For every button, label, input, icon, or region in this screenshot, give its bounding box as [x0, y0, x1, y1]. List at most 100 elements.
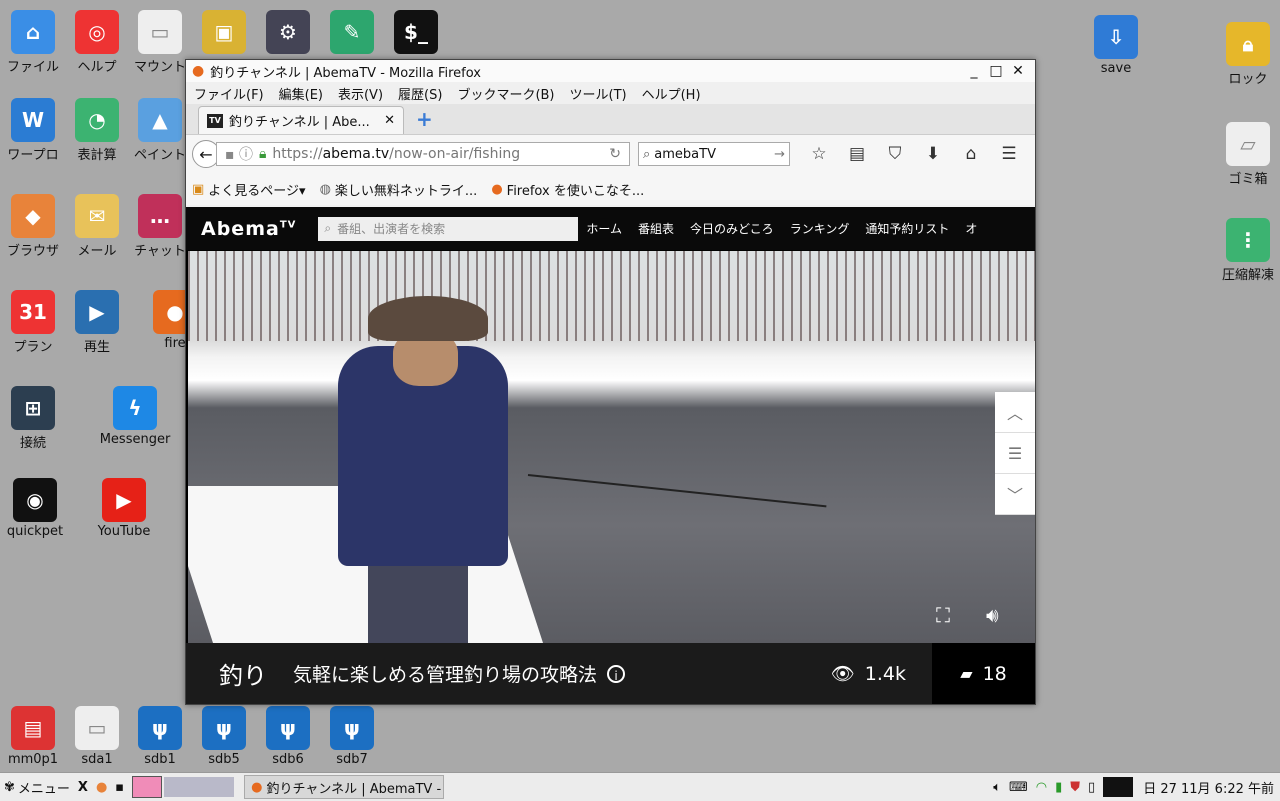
downloads-icon[interactable]: ⬇: [914, 144, 952, 164]
lock-icon: 🔒︎: [1226, 22, 1270, 66]
abema-logo[interactable]: AbemaTV: [201, 218, 296, 240]
tab-abematv[interactable]: TV 釣りチャンネル | Abe... ✕: [198, 106, 404, 134]
launcher-terminal-icon[interactable]: ▪: [111, 774, 128, 800]
video-player[interactable]: ︿ ☰ ﹀ ⛶ 🔊︎: [188, 251, 1035, 643]
search-icon: ⌕: [324, 221, 332, 235]
lock-icon: 🔒︎: [258, 146, 267, 162]
fullscreen-icon[interactable]: ⛶: [936, 603, 950, 627]
desktop-icon-messenger[interactable]: ϟ Messenger: [95, 386, 175, 447]
desktop-icon-usb[interactable]: ψ sdb7: [312, 706, 392, 767]
info-icon[interactable]: i: [607, 664, 626, 683]
home-icon: ⌂: [11, 10, 55, 54]
volume-icon[interactable]: 🔊︎: [986, 603, 999, 627]
identity-icon[interactable]: ▪ ⓘ: [225, 144, 253, 164]
archive-icon: ⋮: [1226, 218, 1270, 262]
menu-help[interactable]: ヘルプ(H): [642, 84, 701, 103]
reload-icon[interactable]: ↻: [609, 146, 621, 162]
menu-bar: ファイル(F) 編集(E) 表示(V) 履歴(S) ブックマーク(B) ツール(…: [186, 82, 1035, 104]
minimize-button[interactable]: _: [963, 63, 985, 79]
wifi-icon[interactable]: ◠: [1032, 774, 1051, 800]
keyboard-icon[interactable]: ⌨: [1005, 774, 1032, 800]
maximize-button[interactable]: □: [985, 63, 1007, 79]
desktop-icon-download[interactable]: ⇩ save: [1076, 15, 1156, 76]
menu-bookmarks[interactable]: ブックマーク(B): [457, 84, 554, 103]
new-tab-button[interactable]: +: [416, 107, 433, 131]
clipboard-icon[interactable]: ▯: [1084, 774, 1099, 800]
menu-tools[interactable]: ツール(T): [570, 84, 627, 103]
messenger-icon: ϟ: [113, 386, 157, 430]
word-icon: W: [11, 98, 55, 142]
volume-icon[interactable]: 🔈︎: [989, 774, 1005, 800]
menu-file[interactable]: ファイル(F): [194, 84, 264, 103]
channel-name: 釣り: [219, 662, 267, 690]
firefox-icon: ●: [192, 63, 205, 79]
start-menu-button[interactable]: ✾ メニュー: [0, 774, 74, 800]
menu-view[interactable]: 表示(V): [338, 84, 383, 103]
search-bar[interactable]: ⌕ amebaTV →: [638, 142, 790, 166]
url-host: abema.tv: [322, 146, 390, 162]
channel-down-icon[interactable]: ﹀: [995, 474, 1035, 515]
shield-icon[interactable]: ⛊: [1066, 774, 1084, 800]
bookmark-free-net[interactable]: ◍ 楽しい無料ネットライ...: [320, 180, 478, 199]
desktop-icon-archive[interactable]: ⋮ 圧縮解凍: [1208, 218, 1280, 283]
search-icon: ⌕: [643, 146, 651, 162]
nav-schedule[interactable]: 番組表: [638, 220, 674, 237]
nav-more[interactable]: オ: [965, 220, 977, 237]
desktop-icon-label: 再生: [83, 340, 110, 355]
desktop-icon-trash[interactable]: ▱ ゴミ箱: [1208, 122, 1280, 187]
channel-up-icon[interactable]: ︿: [995, 392, 1035, 433]
bookmark-star-icon[interactable]: ☆: [800, 144, 838, 164]
nav-reservations[interactable]: 通知予約リスト: [865, 220, 949, 237]
logo-sup: TV: [279, 219, 297, 231]
database-icon[interactable]: ▮: [1051, 774, 1066, 800]
channel-list-icon[interactable]: ☰: [995, 433, 1035, 474]
tab-close-icon[interactable]: ✕: [384, 113, 395, 128]
launcher-x-icon[interactable]: X: [74, 774, 92, 800]
channel-switcher: ︿ ☰ ﹀: [995, 392, 1035, 515]
workspace-1[interactable]: [132, 776, 163, 798]
menu-history[interactable]: 履歴(S): [398, 84, 442, 103]
desktop-icon-label: save: [1100, 61, 1132, 76]
nav-ranking[interactable]: ランキング: [790, 220, 850, 237]
nav-home[interactable]: ホーム: [586, 220, 622, 237]
abematv-favicon: TV: [207, 113, 223, 128]
clock[interactable]: 日 27 11月 6:22 午前: [1143, 778, 1274, 797]
window-titlebar[interactable]: ● 釣りチャンネル | AbemaTV - Mozilla Firefox _ …: [186, 60, 1035, 82]
hamburger-menu-icon[interactable]: ☰: [990, 144, 1028, 164]
launcher-browser-icon[interactable]: ●: [92, 774, 111, 800]
sdcard-icon: ▤: [11, 706, 55, 750]
desktop-icon-pet[interactable]: ◉ quickpet: [0, 478, 75, 539]
globe-icon: ◍: [319, 181, 331, 197]
url-bar[interactable]: ▪ ⓘ 🔒︎ https:// abema.tv /now-on-air/fis…: [216, 142, 630, 166]
search-go-icon[interactable]: →: [774, 147, 785, 162]
bookmark-most-visited[interactable]: ▣ よく見るページ▾: [192, 180, 306, 199]
video-angler-legs: [368, 556, 468, 643]
search-input[interactable]: amebaTV: [654, 147, 774, 162]
workspace-pager[interactable]: [128, 774, 238, 800]
taskbar: ✾ メニュー X ● ▪ ● 釣りチャンネル | AbemaTV - 🔈︎ ⌨ …: [0, 772, 1280, 801]
comments-button[interactable]: ▰ 18: [932, 643, 1035, 704]
workspace-2[interactable]: [164, 777, 235, 797]
menu-edit[interactable]: 編集(E): [279, 84, 323, 103]
desktop-icon-lock[interactable]: 🔒︎ ロック: [1208, 22, 1280, 87]
bookmark-firefox-tips[interactable]: ● Firefox を使いこなそ...: [491, 180, 644, 199]
program-info-bar: 釣り 気軽に楽しめる管理釣り場の攻略法 i 👁︎ 1.4k ▰ 18: [186, 643, 1035, 704]
pocket-icon[interactable]: ⛉: [876, 144, 914, 164]
close-button[interactable]: ✕: [1007, 63, 1029, 79]
view-count: 👁︎ 1.4k: [831, 662, 906, 686]
tab-strip: TV 釣りチャンネル | Abe... ✕ +: [186, 104, 1035, 134]
desktop-icon-network[interactable]: ⊞ 接続: [0, 386, 73, 451]
desktop-icon-youtube[interactable]: ▶ YouTube: [84, 478, 164, 539]
bookmarks-list-icon[interactable]: ▤: [838, 144, 876, 164]
abema-search-input[interactable]: ⌕ 番組、出演者を検索: [318, 216, 579, 241]
nav-highlights[interactable]: 今日のみどころ: [690, 220, 774, 237]
drive-icon: ▭: [75, 706, 119, 750]
usb-icon: ψ: [266, 706, 310, 750]
gear-icon: ⚙: [266, 10, 310, 54]
task-firefox[interactable]: ● 釣りチャンネル | AbemaTV -: [244, 775, 445, 799]
desktop-icon-label: 接続: [19, 436, 46, 451]
desktop-icon-label: ゴミ箱: [1228, 172, 1268, 187]
desktop-icon-video[interactable]: ▶ 再生: [57, 290, 137, 355]
desktop-icon-terminal[interactable]: $_: [376, 10, 456, 56]
home-icon[interactable]: ⌂: [952, 144, 990, 164]
